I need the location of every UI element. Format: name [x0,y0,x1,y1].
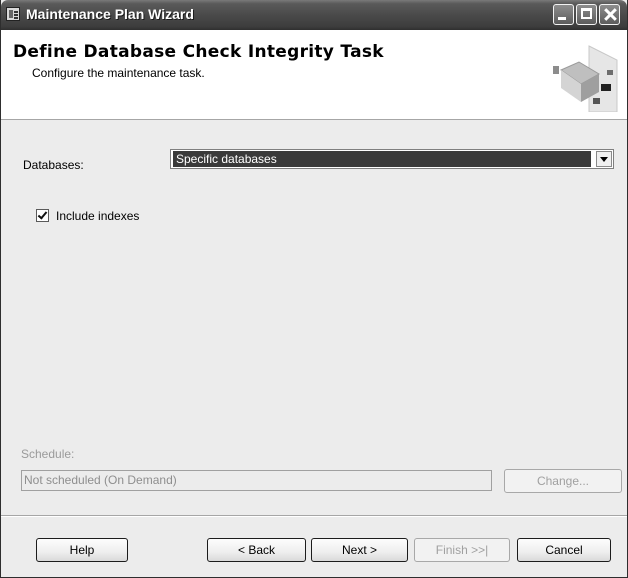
footer-divider [1,515,627,517]
wizard-header: Define Database Check Integrity Task Con… [1,30,627,120]
help-button[interactable]: Help [36,538,128,562]
window-title: Maintenance Plan Wizard [26,6,194,22]
title-bar[interactable]: Maintenance Plan Wizard [1,0,627,30]
schedule-label: Schedule: [21,447,75,461]
databases-dropdown[interactable]: Specific databases [170,149,614,169]
finish-button[interactable]: Finish >>| [414,538,510,562]
change-schedule-button[interactable]: Change... [504,469,622,493]
back-button[interactable]: < Back [207,538,306,562]
cancel-button[interactable]: Cancel [517,538,611,562]
maximize-icon[interactable] [576,4,597,25]
page-subtitle: Configure the maintenance task. [32,66,205,80]
schedule-field: Not scheduled (On Demand) [21,470,492,491]
wizard-window: Maintenance Plan Wizard Define Database … [0,0,628,578]
include-indexes-checkbox[interactable] [36,209,49,222]
chevron-down-icon[interactable] [596,151,612,167]
next-button[interactable]: Next > [311,538,408,562]
wizard-app-icon[interactable] [6,7,20,21]
minimize-icon[interactable] [553,4,574,25]
databases-selected-value[interactable]: Specific databases [173,151,591,167]
maintenance-plan-graphic [553,45,618,112]
include-indexes-label[interactable]: Include indexes [56,209,139,223]
databases-label: Databases: [23,158,84,172]
page-title: Define Database Check Integrity Task [13,42,384,62]
close-icon[interactable] [599,4,620,25]
